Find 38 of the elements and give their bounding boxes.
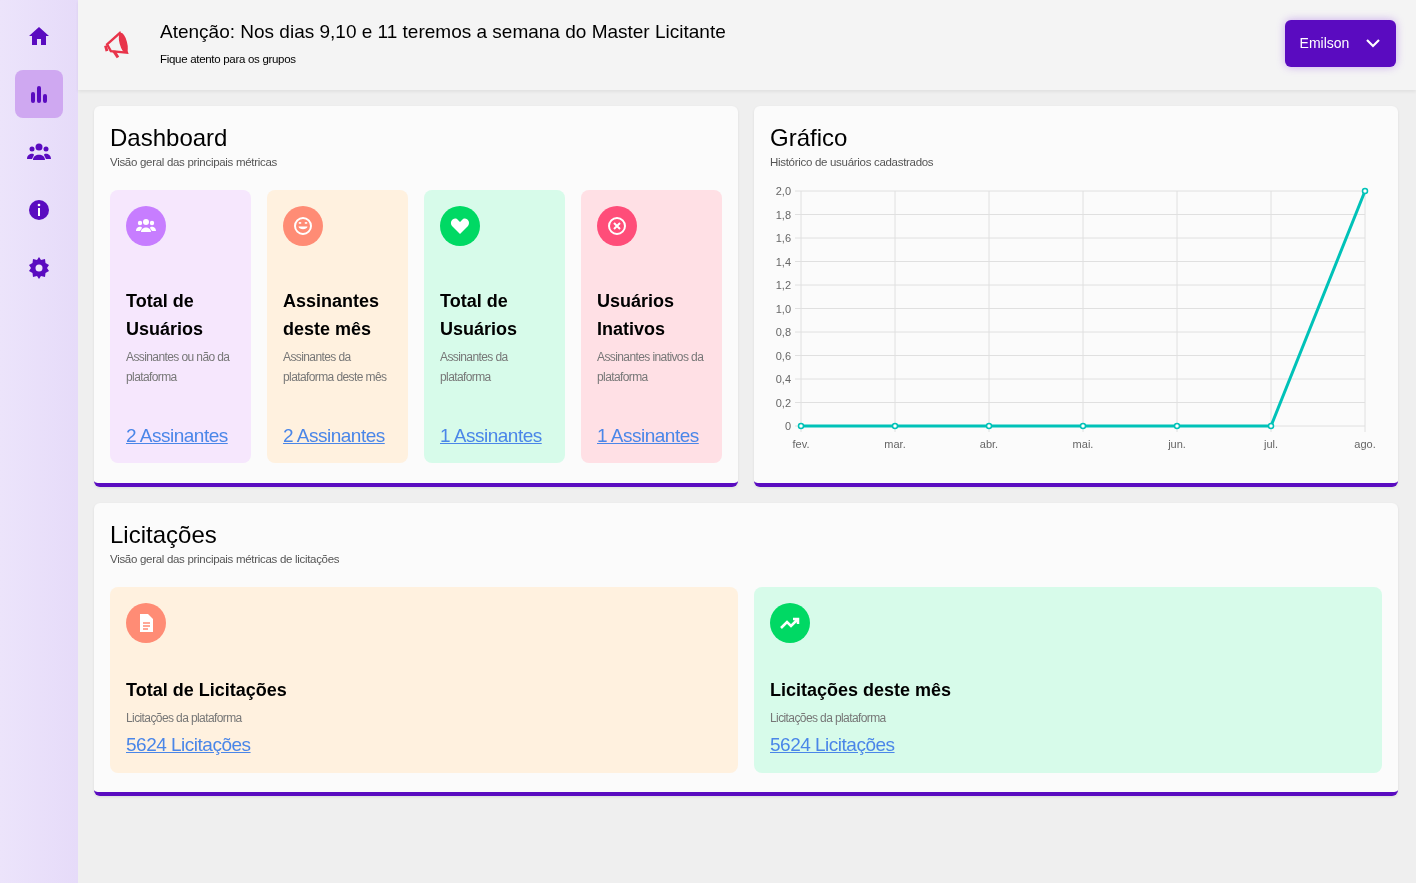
card-subtitle: Visão geral das principais métricas: [110, 156, 278, 168]
x-tick-label: ago.: [1354, 438, 1376, 450]
card-subtitle: Visão geral das principais métricas de licitações: [110, 553, 341, 565]
card-title: Gráfico: [770, 123, 849, 153]
y-tick-label: 1,4: [775, 255, 791, 268]
y-tick-label: 2,0: [775, 185, 791, 197]
y-tick-label: 1,6: [775, 232, 791, 244]
stat-description: Assinantes da plataforma deste mês: [283, 349, 388, 386]
stat-description: Licitações da plataforma: [770, 710, 886, 727]
x-tick-label: fev.: [792, 438, 810, 450]
stat-title: Assinantes deste mês: [283, 290, 381, 341]
stat-title: Total de Usuários: [126, 290, 205, 341]
stat-description: Assinantes inativos da plataforma: [597, 349, 705, 386]
card-subtitle: Histórico de usuários cadastrados: [770, 156, 935, 168]
stat-title: Usuários Inativos: [597, 290, 676, 341]
stat-title: Total de Licitações: [126, 679, 287, 702]
x-tick-label: jun.: [1168, 438, 1186, 450]
announcement-title: Atenção: Nos dias 9,10 e 11 teremos a semana do Master Licitante: [160, 21, 727, 43]
y-tick-label: 0: [784, 420, 791, 432]
y-tick-label: 1,8: [775, 208, 791, 221]
y-tick-label: 0,8: [775, 326, 791, 338]
announcement-subtitle: Fique atento para os grupos: [160, 53, 297, 65]
stat-title: Total de Usuários: [440, 290, 519, 341]
y-tick-label: 1,0: [775, 302, 791, 315]
y-tick-label: 0,2: [775, 396, 791, 409]
stat-description: Licitações da plataforma: [126, 710, 242, 727]
stat-title: Licitações deste mês: [770, 679, 952, 702]
x-tick-label: abr.: [979, 438, 999, 450]
stat-description: Assinantes da plataforma: [440, 349, 509, 386]
x-tick-label: mai.: [1072, 438, 1094, 450]
y-tick-label: 0,6: [775, 349, 791, 362]
card-title: Licitações: [110, 520, 218, 550]
card-title: Dashboard: [110, 123, 229, 153]
y-tick-label: 1,2: [775, 279, 791, 291]
stat-description: Assinantes ou não da plataforma: [126, 349, 231, 386]
y-tick-label: 0,4: [775, 373, 791, 385]
x-tick-label: mar.: [884, 438, 906, 450]
x-tick-label: jul.: [1263, 438, 1279, 450]
